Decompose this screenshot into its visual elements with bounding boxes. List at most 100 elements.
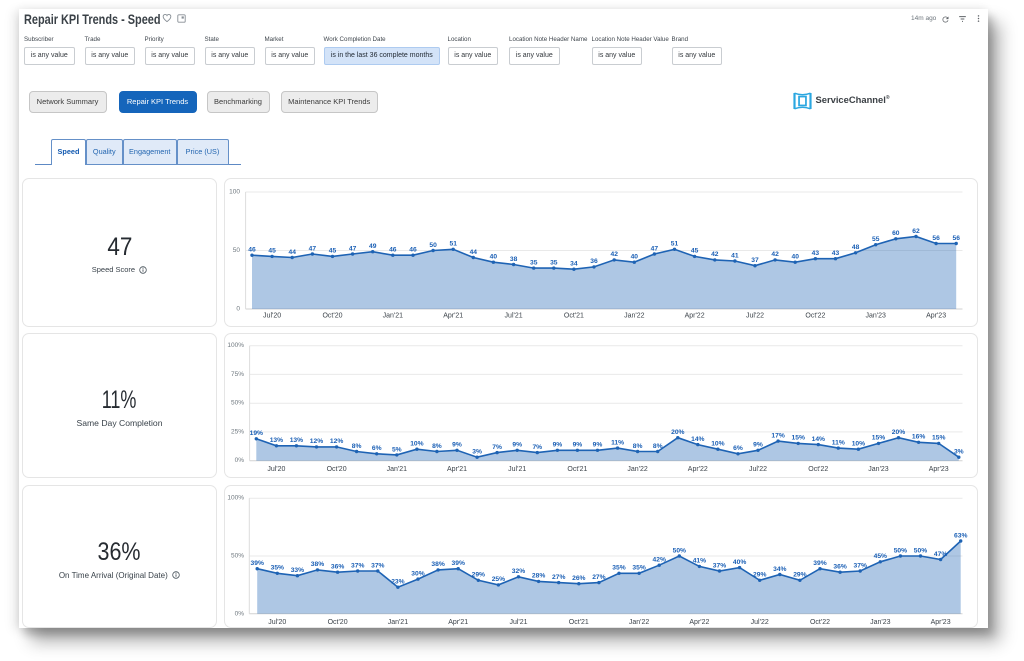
svg-text:Oct'22: Oct'22 <box>805 313 825 320</box>
svg-text:29%: 29% <box>472 572 485 579</box>
svg-text:41%: 41% <box>693 558 706 565</box>
svg-text:45: 45 <box>268 248 276 255</box>
svg-text:15%: 15% <box>792 435 805 442</box>
svg-text:Jan'21: Jan'21 <box>387 466 408 473</box>
svg-text:Oct'20: Oct'20 <box>322 313 342 320</box>
svg-text:39%: 39% <box>452 560 465 567</box>
svg-text:29%: 29% <box>753 572 766 579</box>
svg-text:0%: 0% <box>235 457 245 464</box>
svg-text:Jan'21: Jan'21 <box>383 313 404 320</box>
svg-text:Apr'23: Apr'23 <box>931 619 951 626</box>
svg-text:25%: 25% <box>231 428 244 435</box>
svg-text:12%: 12% <box>330 438 343 445</box>
svg-text:14%: 14% <box>691 436 704 443</box>
svg-text:50: 50 <box>429 242 437 249</box>
svg-text:28%: 28% <box>532 573 545 580</box>
svg-text:9%: 9% <box>593 442 603 449</box>
svg-text:47: 47 <box>349 245 357 252</box>
svg-text:13%: 13% <box>270 437 283 444</box>
svg-text:5%: 5% <box>392 446 402 453</box>
svg-text:9%: 9% <box>573 442 583 449</box>
svg-text:0%: 0% <box>235 610 245 617</box>
svg-text:12%: 12% <box>310 438 323 445</box>
svg-text:Apr'22: Apr'22 <box>685 313 705 320</box>
svg-text:55: 55 <box>872 236 880 243</box>
svg-text:Jan'23: Jan'23 <box>865 313 886 320</box>
svg-text:Jan'22: Jan'22 <box>627 466 648 473</box>
svg-text:10%: 10% <box>410 441 423 448</box>
svg-text:Jan'23: Jan'23 <box>870 619 891 626</box>
svg-text:50%: 50% <box>231 553 244 560</box>
svg-text:51: 51 <box>671 241 679 248</box>
svg-text:16%: 16% <box>912 434 925 441</box>
svg-text:Apr'22: Apr'22 <box>689 619 709 626</box>
svg-text:7%: 7% <box>492 444 502 451</box>
svg-text:42%: 42% <box>653 557 666 564</box>
svg-text:40%: 40% <box>733 559 746 566</box>
svg-text:19%: 19% <box>250 430 263 437</box>
svg-text:40: 40 <box>631 254 639 261</box>
svg-text:11%: 11% <box>611 439 624 446</box>
svg-text:100%: 100% <box>227 495 244 502</box>
svg-text:39%: 39% <box>813 560 826 567</box>
svg-text:Jul'21: Jul'21 <box>508 466 526 473</box>
svg-text:38: 38 <box>510 256 518 263</box>
svg-text:50: 50 <box>233 247 241 254</box>
svg-text:37%: 37% <box>713 562 726 569</box>
svg-text:15%: 15% <box>932 435 945 442</box>
svg-text:75%: 75% <box>231 371 244 378</box>
svg-text:42: 42 <box>610 251 618 258</box>
svg-text:15%: 15% <box>872 435 885 442</box>
svg-text:8%: 8% <box>633 443 643 450</box>
svg-text:37: 37 <box>751 257 759 264</box>
svg-text:48: 48 <box>852 244 860 251</box>
svg-text:46: 46 <box>248 247 256 254</box>
svg-text:35%: 35% <box>612 565 625 572</box>
svg-text:38%: 38% <box>311 561 324 568</box>
svg-text:27%: 27% <box>552 574 565 581</box>
svg-text:37%: 37% <box>351 562 364 569</box>
svg-text:42: 42 <box>711 251 719 258</box>
svg-text:32%: 32% <box>512 568 525 575</box>
svg-text:56: 56 <box>932 235 940 242</box>
svg-text:20%: 20% <box>892 429 905 436</box>
svg-text:Apr'21: Apr'21 <box>443 313 463 320</box>
svg-text:Jan'23: Jan'23 <box>868 466 889 473</box>
svg-text:0: 0 <box>236 306 240 313</box>
svg-text:9%: 9% <box>452 442 462 449</box>
svg-text:Oct'21: Oct'21 <box>567 466 587 473</box>
svg-text:29%: 29% <box>793 572 806 579</box>
svg-text:42: 42 <box>771 251 779 258</box>
svg-text:8%: 8% <box>432 443 442 450</box>
svg-text:56: 56 <box>952 235 960 242</box>
svg-text:Jan'22: Jan'22 <box>624 313 645 320</box>
svg-text:35%: 35% <box>632 565 645 572</box>
svg-text:23%: 23% <box>391 579 404 586</box>
svg-text:26%: 26% <box>572 575 585 582</box>
svg-text:46: 46 <box>409 247 417 254</box>
svg-text:35: 35 <box>550 259 558 266</box>
svg-text:6%: 6% <box>372 445 382 452</box>
svg-text:100%: 100% <box>227 342 244 349</box>
svg-text:11%: 11% <box>832 439 845 446</box>
svg-text:40: 40 <box>490 254 498 261</box>
svg-text:38%: 38% <box>431 561 444 568</box>
svg-text:47: 47 <box>651 245 659 252</box>
svg-text:36%: 36% <box>833 564 846 571</box>
svg-text:20%: 20% <box>671 429 684 436</box>
svg-text:41: 41 <box>731 252 739 259</box>
svg-text:45%: 45% <box>874 553 887 560</box>
svg-text:Apr'21: Apr'21 <box>448 619 468 626</box>
svg-text:Oct'20: Oct'20 <box>327 466 347 473</box>
svg-text:33%: 33% <box>291 567 304 574</box>
svg-text:Jul'20: Jul'20 <box>267 466 285 473</box>
svg-text:Oct'22: Oct'22 <box>810 619 830 626</box>
svg-text:Jul'20: Jul'20 <box>263 313 281 320</box>
svg-text:60: 60 <box>892 230 900 237</box>
svg-text:14%: 14% <box>812 436 825 443</box>
svg-text:Jan'22: Jan'22 <box>629 619 650 626</box>
svg-text:40: 40 <box>791 254 799 261</box>
svg-text:9%: 9% <box>512 442 522 449</box>
svg-text:50%: 50% <box>673 547 686 554</box>
svg-text:Jan'21: Jan'21 <box>388 619 409 626</box>
